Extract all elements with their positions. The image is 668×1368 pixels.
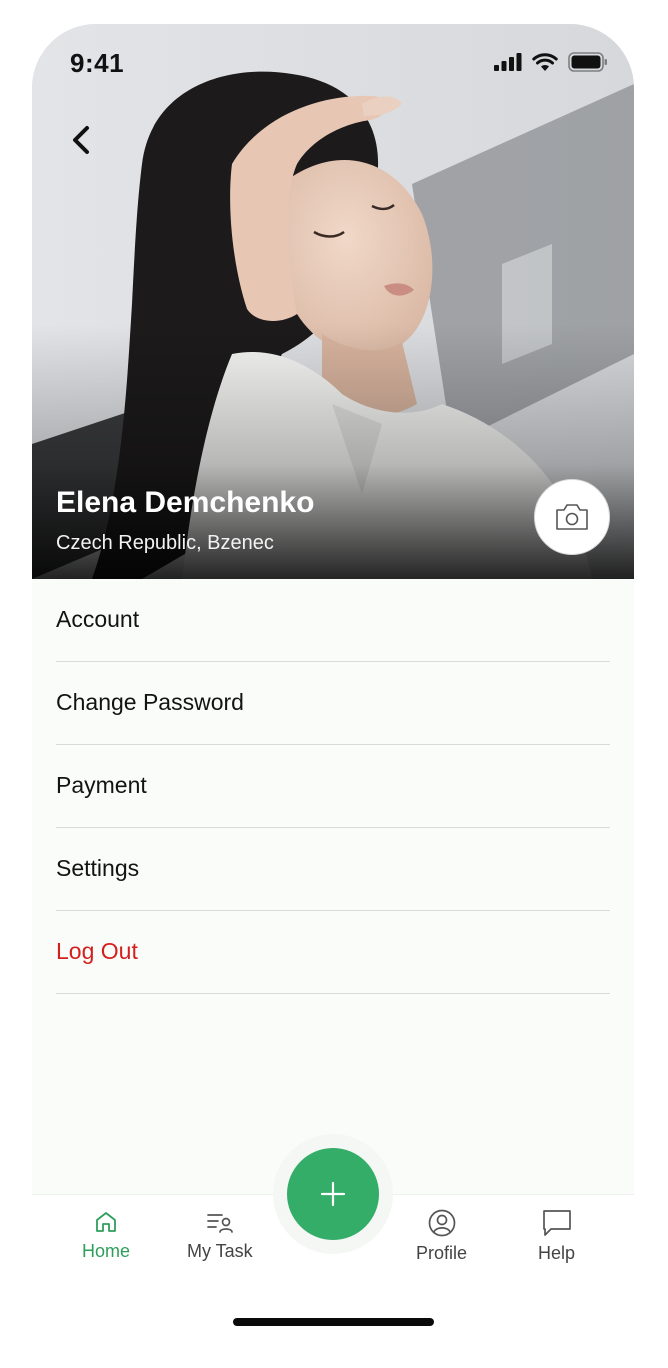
- wifi-icon: [532, 52, 558, 71]
- chevron-left-icon: [73, 126, 89, 154]
- menu-item-payment[interactable]: Payment: [56, 745, 610, 828]
- tab-home[interactable]: Home: [82, 1209, 130, 1262]
- menu-item-label: Settings: [56, 854, 140, 881]
- home-indicator: [233, 1318, 434, 1326]
- add-task-button[interactable]: [287, 1148, 379, 1240]
- signal-icon: [494, 53, 522, 71]
- tab-help-label: Help: [538, 1243, 576, 1263]
- menu-item-change-password[interactable]: Change Password: [56, 662, 610, 745]
- chat-bubble-icon: [542, 1210, 571, 1236]
- phone-screen: 9:41 Elena Demchenko Czech Republic, Bze…: [32, 24, 634, 1272]
- menu-item-label: Account: [56, 605, 140, 632]
- tab-profile-label: Profile: [416, 1243, 468, 1263]
- menu-item-label: Payment: [56, 771, 147, 798]
- tab-home-label: Home: [82, 1241, 131, 1261]
- change-photo-button[interactable]: [534, 479, 610, 555]
- home-icon: [96, 1212, 116, 1232]
- profile-menu: Account Change Password Payment Settings…: [56, 579, 610, 994]
- menu-item-account[interactable]: Account: [56, 579, 610, 662]
- profile-location: Czech Republic, Bzenec: [56, 532, 274, 554]
- tab-profile[interactable]: Profile: [416, 1209, 467, 1264]
- tab-my-task[interactable]: My Task: [187, 1209, 253, 1262]
- battery-icon: [568, 52, 607, 72]
- back-button[interactable]: [64, 120, 100, 160]
- status-bar-icons: [494, 52, 608, 72]
- camera-icon: [556, 504, 588, 530]
- menu-item-log-out[interactable]: Log Out: [56, 911, 610, 994]
- menu-item-settings[interactable]: Settings: [56, 828, 610, 911]
- tab-help[interactable]: Help: [538, 1209, 575, 1264]
- profile-header: 9:41 Elena Demchenko Czech Republic, Bze…: [32, 24, 634, 579]
- tab-my-task-label: My Task: [187, 1241, 253, 1261]
- user-circle-icon: [428, 1209, 455, 1237]
- plus-icon: [320, 1181, 346, 1207]
- profile-name: Elena Demchenko: [56, 486, 315, 519]
- menu-item-label: Log Out: [56, 937, 138, 964]
- task-list-icon: [206, 1214, 233, 1233]
- status-bar-time: 9:41: [70, 48, 125, 78]
- menu-item-label: Change Password: [56, 688, 244, 715]
